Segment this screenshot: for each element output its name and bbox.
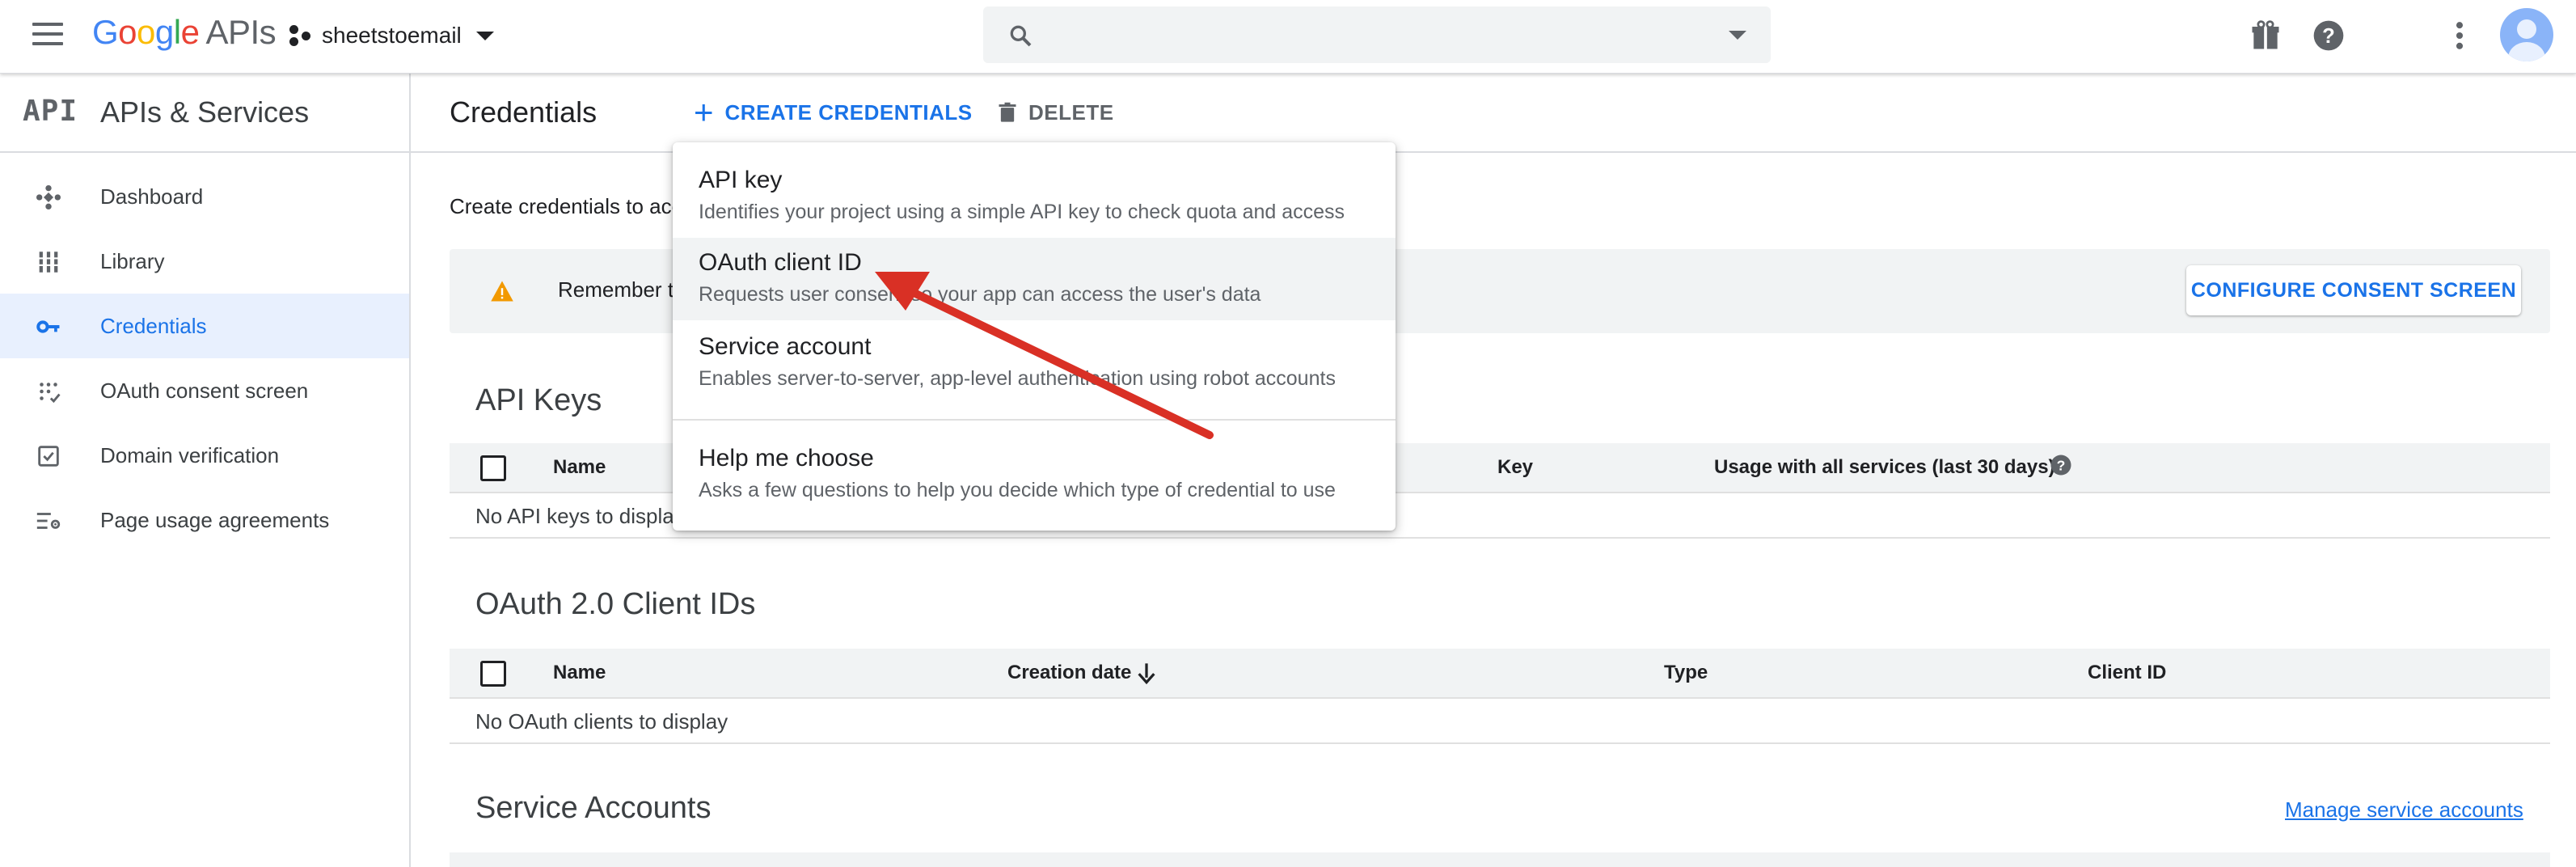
avatar-body <box>2508 42 2545 61</box>
sidebar: API APIs & Services Dashboard Library Cr… <box>0 74 411 867</box>
sidebar-item-credentials[interactable]: Credentials <box>0 294 409 358</box>
settings-list-icon <box>36 513 61 529</box>
menu-item-description: Identifies your project using a simple A… <box>699 201 1345 223</box>
account-avatar[interactable] <box>2500 8 2553 61</box>
api-logo: API <box>23 95 78 128</box>
create-credentials-label: CREATE CREDENTIALS <box>724 99 973 125</box>
delete-label: DELETE <box>1028 99 1114 125</box>
search-icon <box>1010 25 1032 47</box>
project-name: sheetstoemail <box>322 23 462 48</box>
column-header[interactable]: Name <box>553 456 606 479</box>
create-credentials-menu: API key Identifies your project using a … <box>673 142 1396 531</box>
manage-service-accounts-link[interactable]: Manage service accounts <box>2285 797 2523 823</box>
gift-icon[interactable] <box>2248 18 2283 53</box>
menu-item-title: Service account <box>699 333 872 360</box>
help-icon[interactable]: ? <box>2311 18 2346 53</box>
menu-item-help-me-choose[interactable]: Help me choose Asks a few questions to h… <box>673 434 1396 516</box>
menu-item-title: Help me choose <box>699 445 874 472</box>
sidebar-item-label: Page usage agreements <box>100 508 330 532</box>
menu-divider <box>673 419 1396 421</box>
menu-item-oauth-client-id[interactable]: OAuth client ID Requests user consent so… <box>673 238 1396 320</box>
consent-icon <box>40 383 61 404</box>
table-row: No OAuth clients to display <box>450 697 2550 744</box>
page-title: Credentials <box>450 95 598 129</box>
intro-text: Create credentials to acc <box>450 194 682 218</box>
library-icon <box>36 252 61 273</box>
sidebar-header: API APIs & Services <box>0 74 409 153</box>
menu-item-description: Asks a few questions to help you decide … <box>699 479 1336 501</box>
menu-item-description: Requests user consent so your app can ac… <box>699 283 1261 306</box>
sidebar-item-domain-verification[interactable]: Domain verification <box>0 423 409 488</box>
create-credentials-button[interactable]: + CREATE CREDENTIALS <box>694 93 973 132</box>
column-header: Client ID <box>2088 662 2167 683</box>
project-selector[interactable]: sheetstoemail <box>288 18 494 53</box>
service-accounts-title: Service Accounts <box>475 791 712 825</box>
project-icon <box>288 23 312 48</box>
empty-message: No OAuth clients to display <box>475 709 728 734</box>
sidebar-item-dashboard[interactable]: Dashboard <box>0 164 409 229</box>
delete-button[interactable]: DELETE <box>996 93 1114 132</box>
main-menu-icon[interactable] <box>32 23 63 47</box>
sidebar-item-label: OAuth consent screen <box>100 379 309 403</box>
svg-text:?: ? <box>2057 457 2066 473</box>
dashboard-icon <box>36 184 61 210</box>
sidebar-item-oauth-consent[interactable]: OAuth consent screen <box>0 358 409 423</box>
menu-item-title: OAuth client ID <box>699 249 862 276</box>
banner-text: Remember t <box>558 277 674 302</box>
menu-item-service-account[interactable]: Service account Enables server-to-server… <box>673 322 1396 404</box>
search-bar[interactable] <box>983 6 1771 63</box>
plus-icon: + <box>694 93 714 131</box>
menu-item-api-key[interactable]: API key Identifies your project using a … <box>673 155 1396 238</box>
menu-item-title: API key <box>699 167 783 193</box>
sidebar-item-label: Credentials <box>100 314 207 338</box>
sidebar-item-label: Dashboard <box>100 184 204 209</box>
google-apis-logo[interactable]: Google APIs <box>92 13 277 52</box>
sidebar-title[interactable]: APIs & Services <box>100 95 309 129</box>
sidebar-item-label: Library <box>100 249 165 273</box>
menu-item-description: Enables server-to-server, app-level auth… <box>699 367 1336 390</box>
help-icon[interactable]: ? <box>2049 453 2073 477</box>
column-header: Key <box>1497 456 1534 478</box>
sidebar-item-label: Domain verification <box>100 443 280 467</box>
top-app-bar: Google APIs sheetstoemail ? <box>0 0 2576 74</box>
service-accounts-table-header <box>450 852 2550 867</box>
search-input[interactable] <box>1056 18 1690 53</box>
column-header[interactable]: Creation date <box>1007 662 1131 684</box>
key-icon <box>36 320 60 333</box>
oauth-clients-title: OAuth 2.0 Client IDs <box>475 587 756 621</box>
column-header[interactable]: Type <box>1664 662 1708 684</box>
more-vert-icon[interactable] <box>2442 18 2477 53</box>
warning-icon <box>491 281 513 302</box>
api-keys-title: API Keys <box>475 383 602 417</box>
arrow-down-icon[interactable] <box>1135 660 1158 686</box>
sidebar-item-library[interactable]: Library <box>0 229 409 294</box>
column-header[interactable]: Name <box>553 662 606 684</box>
sidebar-item-page-usage-agreements[interactable]: Page usage agreements <box>0 488 409 552</box>
content-header: Credentials + CREATE CREDENTIALS DELETE <box>411 74 2576 153</box>
column-header: Usage with all services (last 30 days) <box>1714 456 2055 478</box>
oauth-table-header: Name Creation date Type Client ID <box>450 649 2550 699</box>
trash-icon <box>999 102 1016 122</box>
svg-text:?: ? <box>2322 25 2335 48</box>
search-dropdown-icon[interactable] <box>1729 31 1746 40</box>
avatar-head <box>2517 19 2536 39</box>
select-all-checkbox[interactable] <box>480 455 506 481</box>
configure-consent-screen-button[interactable]: CONFIGURE CONSENT SCREEN <box>2186 265 2521 315</box>
domain-check-icon <box>38 446 59 467</box>
select-all-checkbox[interactable] <box>480 661 506 687</box>
chevron-down-icon <box>475 31 494 40</box>
empty-message: No API keys to displa <box>475 504 674 528</box>
